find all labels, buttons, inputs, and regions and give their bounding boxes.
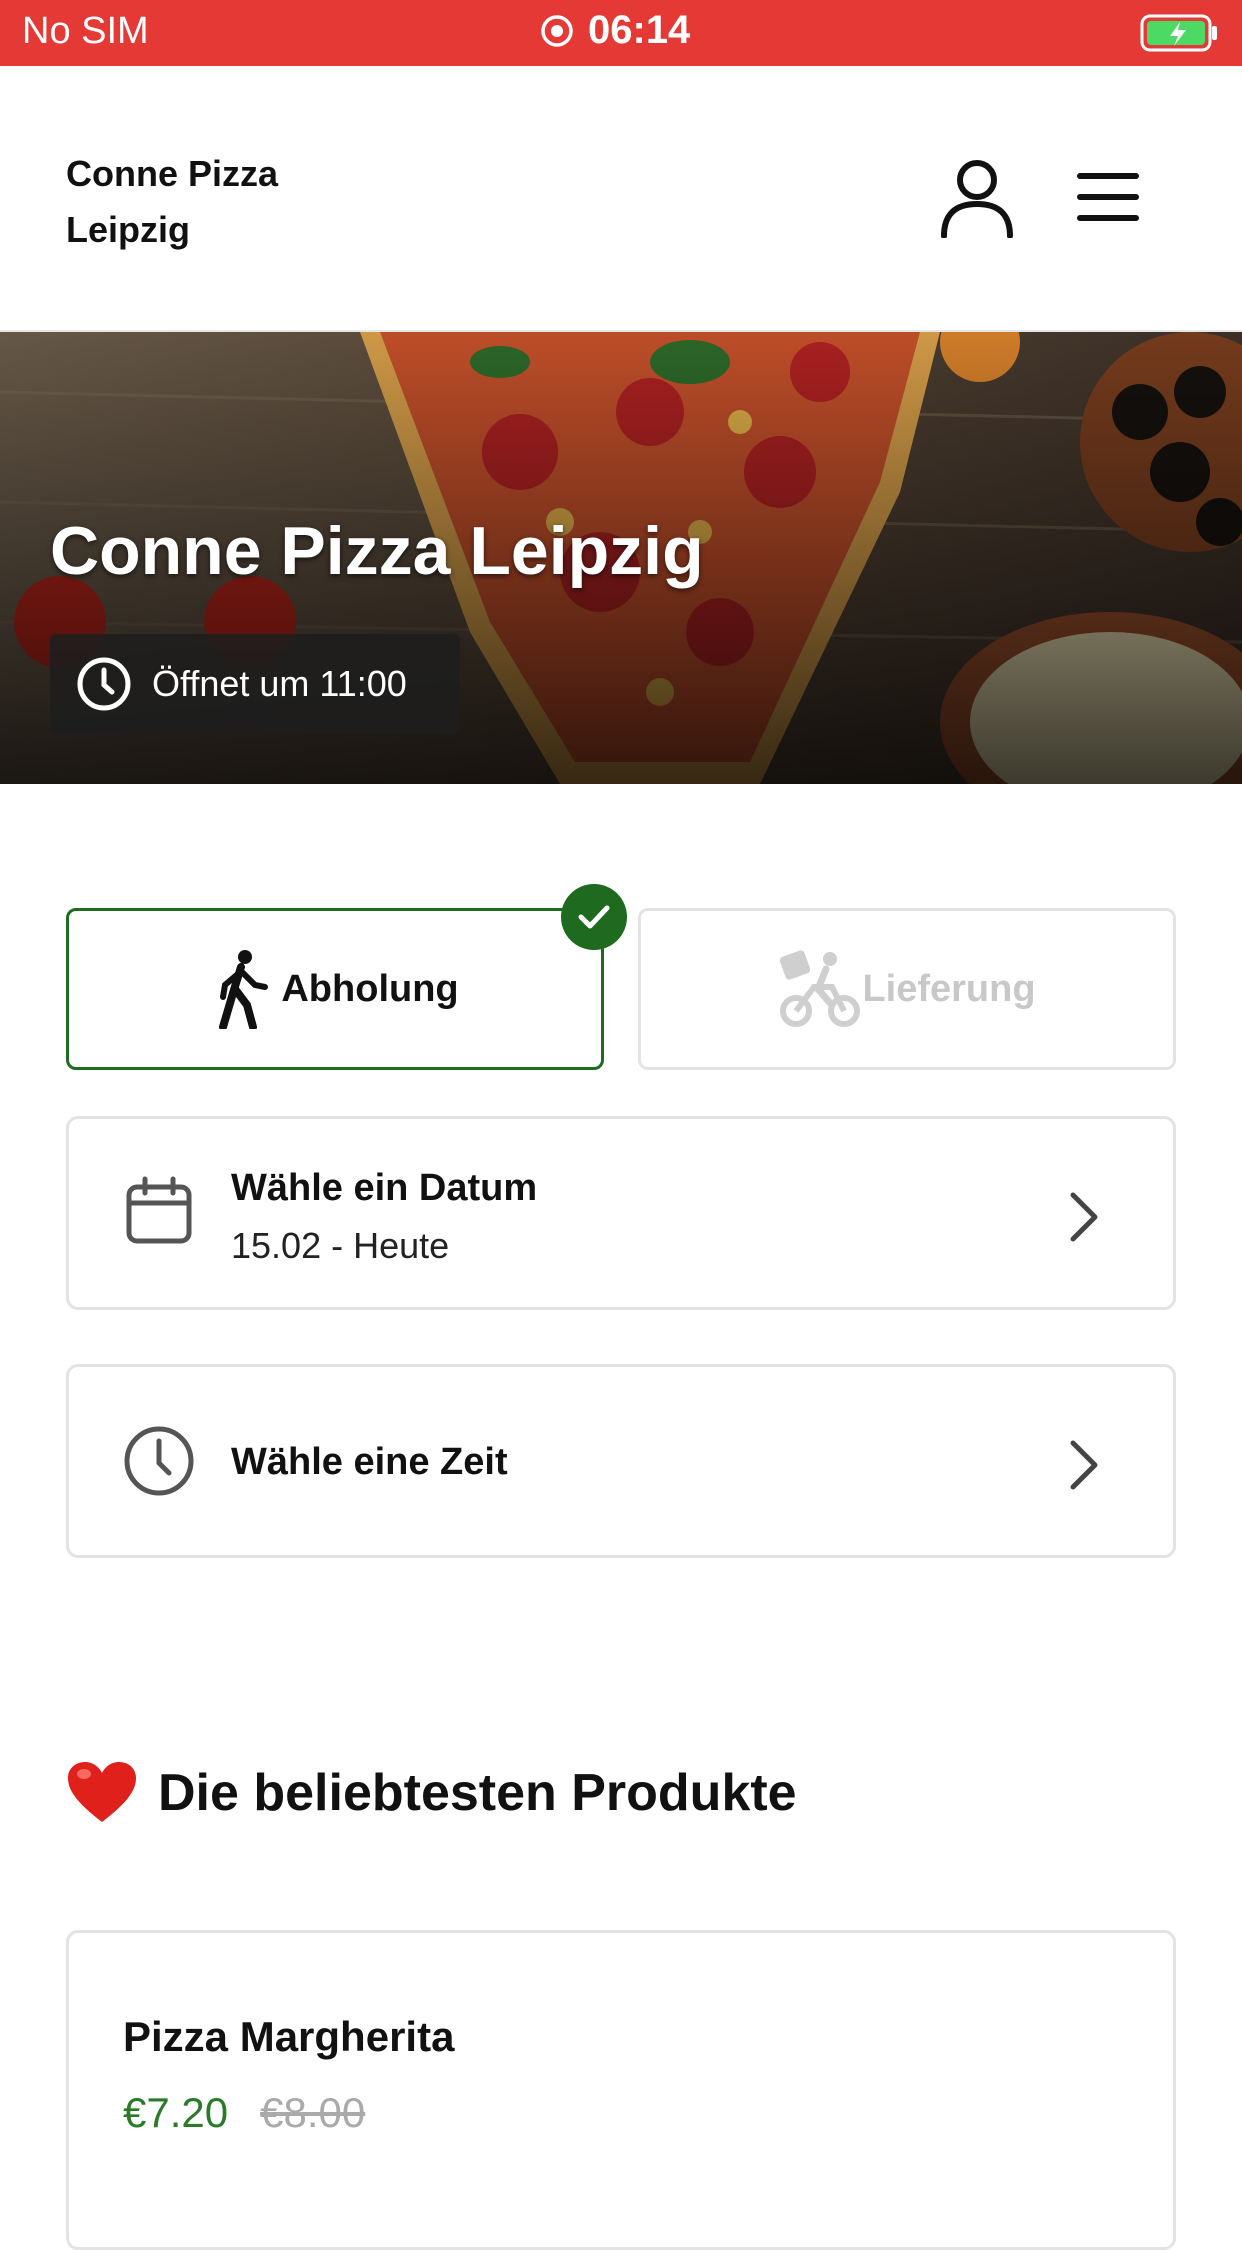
status-bar: No SIM 06:14 <box>0 0 1242 66</box>
hero-banner: Conne Pizza Leipzig Öffnet um 11:00 <box>0 332 1242 784</box>
selected-check-badge <box>561 884 627 950</box>
time-selector-title: Wähle eine Zeit <box>231 1441 508 1483</box>
user-icon[interactable] <box>938 158 1016 238</box>
calendar-icon <box>126 1176 192 1244</box>
time-selector[interactable]: Wähle eine Zeit <box>66 1364 1176 1558</box>
clock-label: 06:14 <box>588 8 691 52</box>
chevron-right-icon <box>1070 1192 1098 1242</box>
date-selector[interactable]: Wähle ein Datum 15.02 - Heute <box>66 1116 1176 1310</box>
pickup-option[interactable]: Abholung <box>66 908 604 1070</box>
opening-hours-badge: Öffnet um 11:00 <box>50 634 460 734</box>
price-row: €7.20 €8.00 <box>123 2089 365 2137</box>
checkmark-icon <box>578 905 610 929</box>
restaurant-brand[interactable]: Conne Pizza Leipzig <box>66 146 386 258</box>
delivery-option[interactable]: Lieferung <box>638 908 1176 1070</box>
screen-recording-icon <box>541 14 573 47</box>
opening-hours-text: Öffnet um 11:00 <box>152 663 407 704</box>
chevron-right-icon <box>1070 1440 1098 1490</box>
product-old-price: €8.00 <box>260 2089 366 2136</box>
status-time-group: 06:14 <box>540 8 690 53</box>
pickup-label: Abholung <box>281 967 459 1010</box>
hamburger-menu-icon[interactable] <box>1076 170 1140 224</box>
product-name: Pizza Margherita <box>123 2013 455 2060</box>
walking-person-icon <box>219 950 269 1029</box>
product-card[interactable]: Pizza Margherita €7.20 €8.00 <box>66 1930 1176 2250</box>
hero-title: Conne Pizza Leipzig <box>50 513 704 589</box>
date-selector-value: 15.02 - Heute <box>231 1225 450 1266</box>
clock-icon <box>77 657 131 711</box>
delivery-bike-icon <box>780 950 861 1027</box>
popular-products-title: Die beliebtesten Produkte <box>158 1764 797 1822</box>
heart-icon <box>68 1762 136 1822</box>
battery-charging-icon <box>1140 14 1217 52</box>
clock-icon <box>124 1426 194 1496</box>
popular-products-heading: Die beliebtesten Produkte <box>66 1760 797 1826</box>
product-price: €7.20 <box>123 2089 229 2136</box>
delivery-label: Lieferung <box>862 967 1036 1010</box>
app-header: Conne Pizza Leipzig <box>0 66 1242 332</box>
carrier-label: No SIM <box>22 10 149 52</box>
date-selector-title: Wähle ein Datum <box>231 1167 538 1209</box>
